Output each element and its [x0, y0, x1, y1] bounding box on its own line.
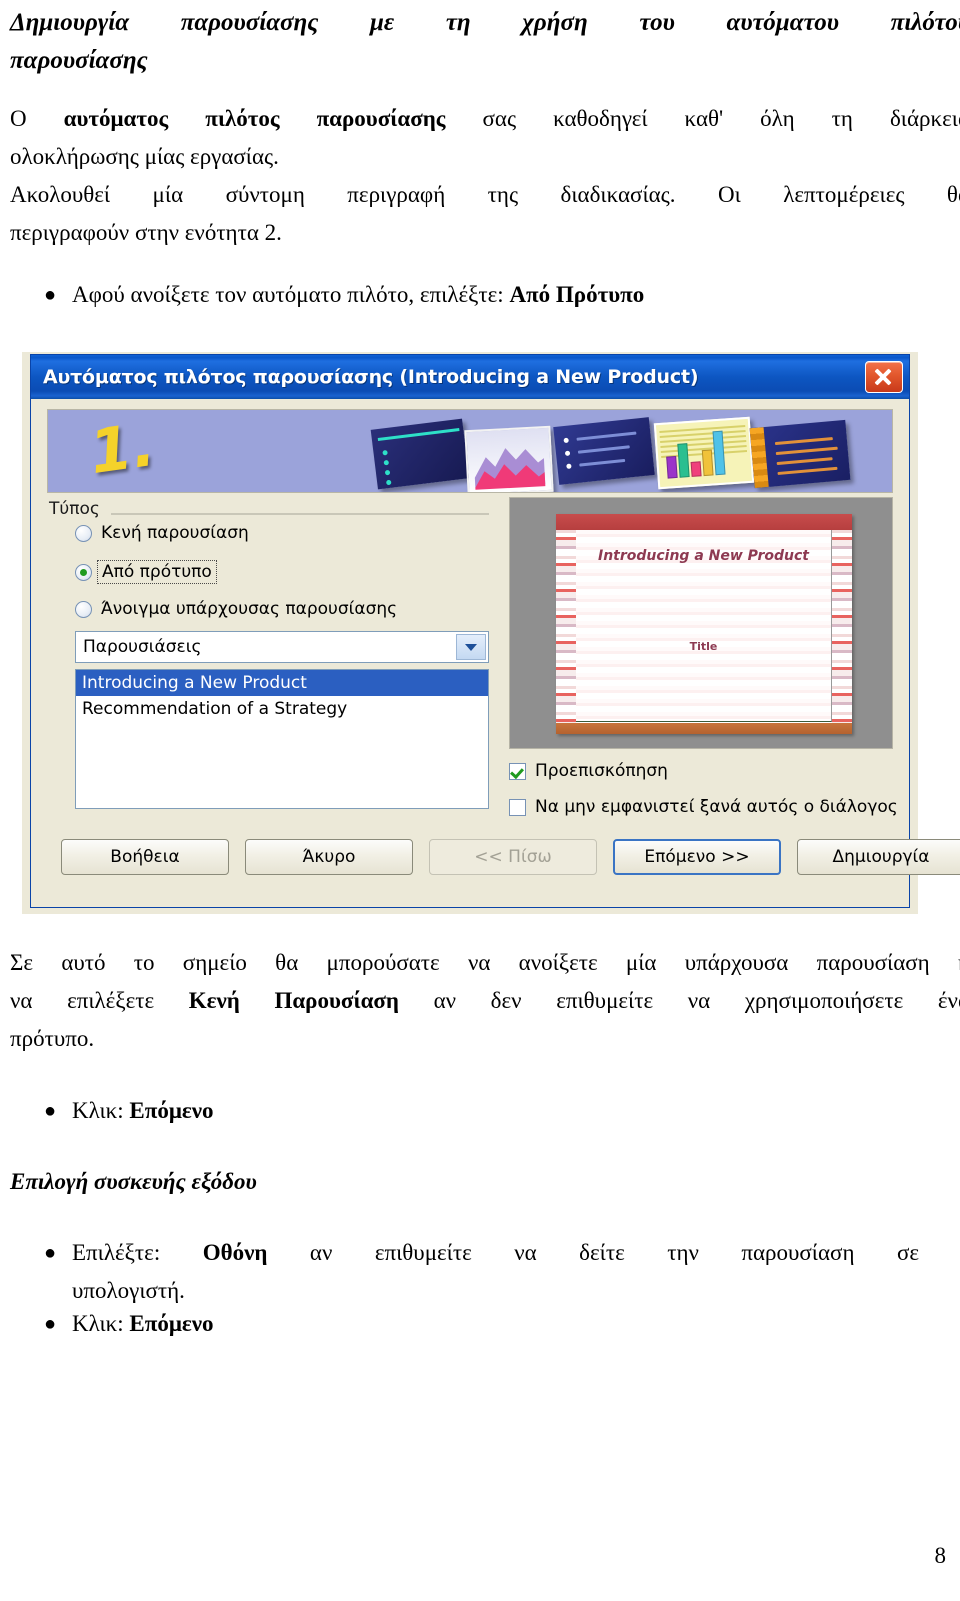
- para1-pre: Ο: [10, 106, 64, 131]
- page-title-line2: παρουσίασης: [10, 47, 148, 74]
- bullet2-bold: Επόμενο: [129, 1098, 214, 1123]
- slide-left-stripes: [556, 530, 576, 723]
- slide-top-band: [556, 514, 852, 530]
- slide-thumbnail-chart-area-icon: [464, 425, 554, 492]
- paragraph-3-line-3: πρότυπο.: [10, 1026, 95, 1051]
- step-number: 1.: [85, 409, 160, 489]
- slide-thumbnail-bullets-icon: [553, 417, 655, 485]
- para1-bold: αυτόματος πιλότος παρουσίασης: [63, 106, 446, 131]
- page-number: 8: [934, 1543, 947, 1568]
- paragraph-1-line-2: ολοκλήρωσης μίας εργασίας.: [10, 144, 279, 169]
- help-button[interactable]: Βοήθεια: [61, 839, 229, 875]
- bullet3-bold: Οθόνη: [202, 1240, 268, 1265]
- bullet-item-2: ● Κλικ: Επόμενο: [0, 1092, 960, 1130]
- checkbox-preview[interactable]: Προεπισκόπηση: [509, 761, 668, 781]
- checkbox-icon[interactable]: [509, 762, 526, 780]
- combobox-value: Παρουσιάσεις: [83, 637, 202, 657]
- cancel-button[interactable]: Άκυρο: [245, 839, 413, 875]
- wizard-banner: 1.: [47, 409, 893, 493]
- section-subheading: Επιλογή συσκευής εξόδου: [10, 1169, 257, 1194]
- list-item[interactable]: Introducing a New Product: [76, 670, 488, 696]
- presentation-wizard-dialog: Αυτόματος πιλότος παρουσίασης (Introduci…: [30, 354, 960, 908]
- para3-line2-bold: Κενή Παρουσίαση: [188, 988, 399, 1013]
- back-button: << Πίσω: [429, 839, 597, 875]
- bullet-4-text: Κλικ: Επόμενο: [72, 1305, 960, 1343]
- radio-button-icon[interactable]: [75, 563, 92, 581]
- slide-right-stripes: [832, 530, 852, 723]
- bullet-2-text: Κλικ: Επόμενο: [72, 1092, 960, 1130]
- template-preview-panel: Introducing a New Product Title: [509, 497, 893, 749]
- embedded-screenshot: Αυτόματος πιλότος παρουσίασης (Introduci…: [22, 352, 960, 914]
- para1-post: σας καθοδηγεί καθ' όλη τη διάρκεια: [445, 106, 960, 131]
- chevron-down-icon[interactable]: [456, 634, 486, 660]
- bullet-glyph-icon: ●: [44, 1100, 57, 1122]
- bullet4-pre: Κλικ:: [72, 1311, 130, 1336]
- slide-bottom-band: [556, 723, 852, 734]
- bullet1-pre: Αφού ανοίξετε τον αυτόματο πιλότο, επιλέ…: [72, 282, 510, 307]
- paragraph-2-line-2: περιγραφούν στην ενότητα 2.: [10, 220, 282, 245]
- create-button[interactable]: Δημιουργία: [797, 839, 960, 875]
- dialog-title: Αυτόματος πιλότος παρουσίασης (Introduci…: [43, 366, 699, 388]
- close-icon[interactable]: [865, 361, 903, 393]
- radio-from-template[interactable]: Από πρότυπο: [75, 560, 217, 584]
- slide-thumbnail-bar-chart-icon: [653, 416, 755, 490]
- list-item[interactable]: Recommendation of a Strategy: [76, 696, 488, 722]
- para3-line2-pre: να επιλέξετε: [10, 988, 189, 1013]
- bullet2-pre: Κλικ:: [72, 1098, 130, 1123]
- slide-preview-title: Introducing a New Product: [597, 548, 809, 564]
- radio-button-icon[interactable]: [75, 524, 92, 542]
- template-listbox[interactable]: Introducing a New Product Recommendation…: [75, 669, 489, 809]
- slide-preview-subtitle: Title: [689, 640, 718, 653]
- bullet-glyph-icon: ●: [44, 1242, 57, 1264]
- group-label-type: Τύπος: [49, 499, 106, 519]
- slide-preview: Introducing a New Product Title: [556, 514, 852, 734]
- radio-open-existing[interactable]: Άνοιγμα υπάρχουσας παρουσίασης: [75, 599, 397, 619]
- checkbox-icon[interactable]: [509, 798, 526, 816]
- checkbox-label: Να μην εμφανιστεί ξανά αυτός ο διάλογος: [535, 797, 898, 817]
- group-separator: [49, 513, 489, 515]
- bullet-glyph-icon: ●: [44, 284, 57, 306]
- bullet-item-1: ● Αφού ανοίξετε τον αυτόματο πιλότο, επι…: [0, 276, 960, 314]
- bullet-3-text: Επιλέξτε: Οθόνη αν επιθυμείτε να δείτε τ…: [72, 1234, 960, 1272]
- checkbox-dont-show-again[interactable]: Να μην εμφανιστεί ξανά αυτός ο διάλογος: [509, 797, 898, 817]
- radio-button-icon[interactable]: [75, 600, 92, 618]
- bullet3-post: αν επιθυμείτε να δείτε την παρουσίαση σε…: [267, 1240, 960, 1265]
- checkbox-label: Προεπισκόπηση: [535, 761, 668, 781]
- bullet3-pre: Επιλέξτε:: [72, 1240, 203, 1265]
- bullet-item-4: ● Κλικ: Επόμενο: [0, 1305, 960, 1343]
- para3-line2-post: αν δεν επιθυμείτε να χρησιμοποιήσετε ένα: [398, 988, 960, 1013]
- paragraph-3-line-1: Σε αυτό το σημείο θα μπορούσατε να ανοίξ…: [10, 950, 960, 975]
- radio-label: Από πρότυπο: [97, 560, 217, 584]
- paragraph-3-line-2: να επιλέξετε Κενή Παρουσίαση αν δεν επιθ…: [0, 982, 960, 1020]
- paragraph-2-line-1: Ακολουθεί μία σύντομη περιγραφή της διαδ…: [10, 182, 960, 207]
- dialog-button-row: Βοήθεια Άκυρο << Πίσω Επόμενο >> Δημιουρ…: [49, 839, 960, 875]
- banner-thumbnails: [370, 416, 884, 492]
- radio-label: Κενή παρουσίαση: [101, 523, 249, 543]
- next-button[interactable]: Επόμενο >>: [613, 839, 781, 875]
- slide-thumbnail-title-icon: [370, 418, 470, 490]
- radio-empty-presentation[interactable]: Κενή παρουσίαση: [75, 523, 249, 543]
- template-category-combobox[interactable]: Παρουσιάσεις: [75, 631, 489, 663]
- dialog-body: 1. Τύπος Κενή παρουσίαση Από πρότυπο Άνο…: [31, 399, 960, 907]
- bullet4-bold: Επόμενο: [129, 1311, 214, 1336]
- area-chart-glyph: [474, 448, 546, 490]
- paragraph-1-line-1: Ο αυτόματος πιλότος παρουσίασης σας καθο…: [0, 100, 960, 138]
- bullet-item-3: ● Επιλέξτε: Οθόνη αν επιθυμείτε να δείτε…: [0, 1234, 960, 1272]
- page-title-line1: Δημιουργία παρουσίασης με τη χρήση του α…: [10, 9, 960, 36]
- bullet-1-text: Αφού ανοίξετε τον αυτόματο πιλότο, επιλέ…: [72, 276, 960, 314]
- dialog-titlebar: Αυτόματος πιλότος παρουσίασης (Introduci…: [31, 355, 909, 399]
- slide-content-area: Introducing a New Product Title: [576, 530, 832, 722]
- bullet1-bold: Από Πρότυπο: [509, 282, 645, 307]
- bullet-glyph-icon: ●: [44, 1313, 57, 1335]
- radio-label: Άνοιγμα υπάρχουσας παρουσίασης: [101, 599, 398, 619]
- slide-thumbnail-notes-icon: [749, 419, 851, 489]
